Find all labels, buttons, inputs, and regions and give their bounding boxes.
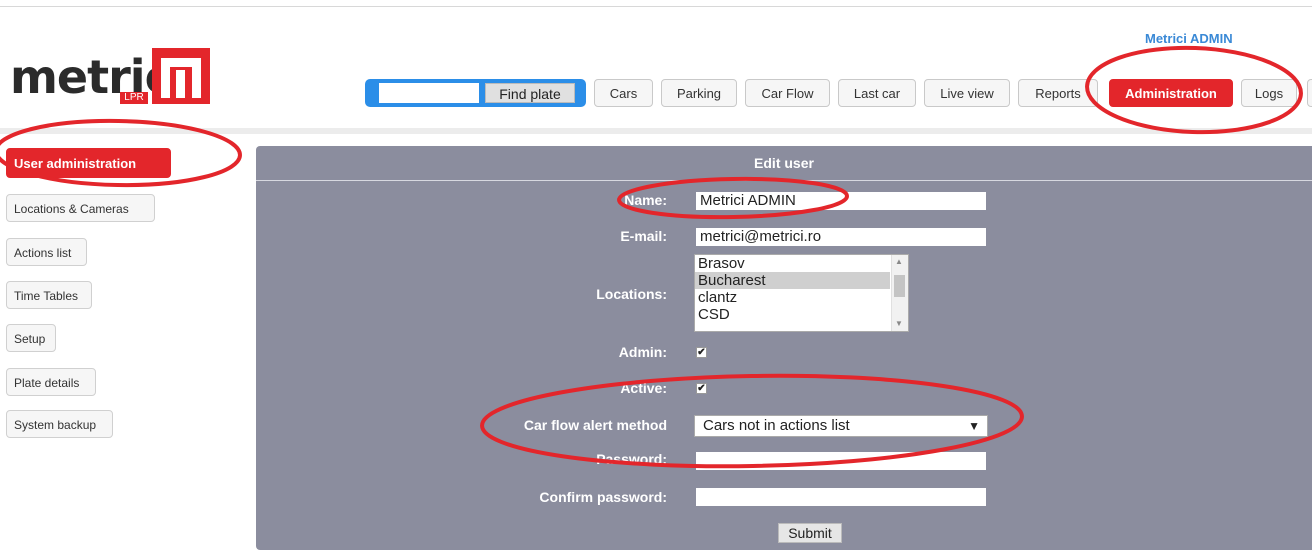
sidebar-item-plate-details[interactable]: Plate details [6,368,96,396]
metrici-logo[interactable]: metricí LPR [10,48,215,106]
confirm-password-label: Confirm password: [539,489,667,505]
location-option[interactable]: clantz [695,289,890,306]
sidebar-item-system-backup[interactable]: System backup [6,410,113,438]
nav-last-car[interactable]: Last car [838,79,916,107]
active-checkbox[interactable]: ✔ [696,383,707,394]
alert-method-value: Cars not in actions list [703,417,850,434]
scroll-down-icon[interactable]: ▼ [895,319,903,328]
nav-overflow-button[interactable] [1307,79,1312,107]
admin-checkbox[interactable]: ✔ [696,347,707,358]
locations-listbox[interactable]: Brasov Bucharest clantz CSD ▲ ▼ [694,254,909,332]
alert-method-select[interactable]: Cars not in actions list ▼ [694,415,988,437]
nav-cars[interactable]: Cars [594,79,653,107]
nav-separator [0,128,1312,134]
top-divider [0,6,1312,7]
sidebar-item-locations-cameras[interactable]: Locations & Cameras [6,194,155,222]
nav-live-view[interactable]: Live view [924,79,1010,107]
checkmark-icon: ✔ [697,347,706,358]
nav-car-flow[interactable]: Car Flow [745,79,830,107]
email-field[interactable] [696,228,986,246]
name-field[interactable] [696,192,986,210]
panel-divider [256,180,1312,181]
checkmark-icon: ✔ [697,383,706,394]
name-label: Name: [624,192,667,208]
submit-button[interactable]: Submit [778,523,842,543]
password-label: Password: [596,451,667,467]
location-option[interactable]: Brasov [695,255,890,272]
nav-reports[interactable]: Reports [1018,79,1098,107]
locations-label: Locations: [596,286,667,302]
alert-method-label: Car flow alert method [523,417,667,433]
email-label: E-mail: [620,228,667,244]
logo-lpr-badge: LPR [120,92,148,104]
sidebar-item-actions-list[interactable]: Actions list [6,238,87,266]
admin-label: Admin: [618,344,667,360]
edit-user-panel: Edit user Name: E-mail: Locations: Braso… [256,146,1312,550]
locations-scrollbar[interactable]: ▲ ▼ [891,255,908,331]
location-option-selected[interactable]: Bucharest [695,272,890,289]
plate-search-input[interactable] [379,83,479,103]
password-field[interactable] [696,452,986,470]
plate-search: Find plate [365,79,586,107]
current-user-name[interactable]: Metrici ADMIN [1145,31,1233,46]
panel-title: Edit user [754,155,814,171]
active-label: Active: [620,380,667,396]
scrollbar-thumb[interactable] [894,275,905,297]
location-option[interactable]: CSD [695,306,890,323]
nav-administration[interactable]: Administration [1109,79,1233,107]
scroll-up-icon[interactable]: ▲ [895,257,903,266]
sidebar-item-time-tables[interactable]: Time Tables [6,281,92,309]
confirm-password-field[interactable] [696,488,986,506]
logo-mark-icon [152,48,210,104]
sidebar-item-setup[interactable]: Setup [6,324,56,352]
nav-logs[interactable]: Logs [1241,79,1297,107]
dropdown-arrow-icon: ▼ [968,419,980,433]
sidebar-item-user-administration[interactable]: User administration [6,148,171,178]
find-plate-button[interactable]: Find plate [485,83,575,103]
nav-parking[interactable]: Parking [661,79,737,107]
